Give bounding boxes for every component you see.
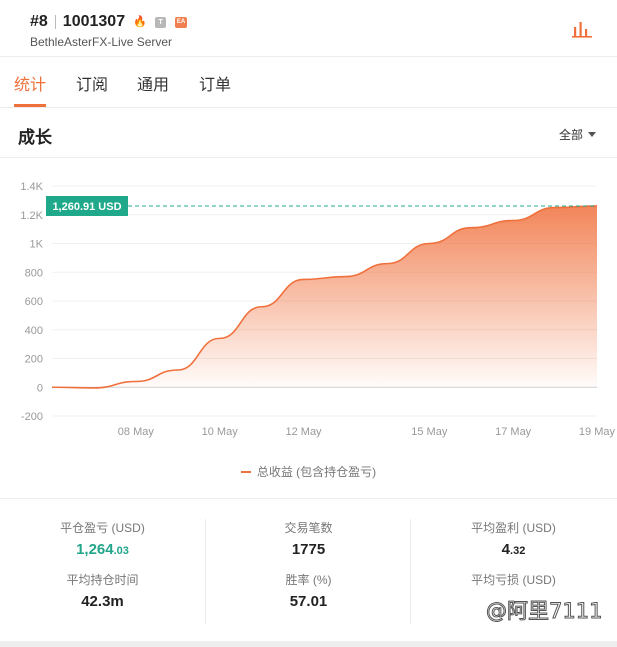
stat-value: 4.32 — [501, 541, 526, 558]
y-tick-label: 1K — [30, 239, 44, 251]
stat-closed-pl: 平仓盈亏 (USD) 1,264.03 — [0, 519, 205, 558]
series-area — [52, 205, 597, 388]
y-tick-label: 800 — [25, 267, 43, 279]
stat-avg-hold-time: 平均持仓时间 42.3m — [0, 571, 205, 610]
account-title-line: #8 1001307 🔥 T EA — [30, 13, 188, 31]
tab-subscribe[interactable]: 订阅 — [76, 71, 108, 95]
growth-section-header: 成长 全部 — [0, 108, 617, 158]
range-dropdown-value: 全部 — [559, 128, 584, 142]
current-value-label: 1,260.91 USD — [52, 201, 121, 213]
y-tick-label: 1.4K — [20, 181, 43, 193]
account-rank: #8 — [30, 13, 48, 30]
growth-chart-svg: 1.4K 1.2K 1K 800 600 400 200 0 -200 08 May 10 May 1… — [20, 181, 616, 438]
tab-general[interactable]: 通用 — [137, 71, 169, 95]
account-header: #8 1001307 🔥 T EA BethleAsterFX-Live Ser… — [0, 0, 617, 57]
stat-value: 42.3m — [81, 593, 124, 610]
account-id: 1001307 — [62, 13, 126, 30]
growth-chart: 1.4K 1.2K 1K 800 600 400 200 0 -200 08 May 10 May 1… — [0, 170, 617, 460]
stat-label: 平仓盈亏 (USD) — [60, 521, 145, 535]
legend-swatch — [240, 470, 251, 473]
stat-value: 1,264.03 — [76, 541, 129, 558]
watermark-text: @阿里7111 — [485, 599, 603, 624]
stat-label: 平均盈利 (USD) — [471, 521, 556, 535]
tab-statistics[interactable]: 统计 — [14, 71, 46, 95]
stat-value: 1775 — [291, 541, 326, 558]
y-tick-label: -200 — [21, 411, 43, 423]
x-tick-label: 10 May — [202, 426, 239, 438]
x-tick-label: 19 May — [579, 426, 616, 438]
stat-label: 胜率 (%) — [285, 573, 332, 587]
stat-value: 57.01 — [289, 593, 328, 610]
tab-bar: 统计 订阅 通用 订单 — [0, 57, 617, 108]
range-dropdown[interactable]: 全部 — [559, 126, 597, 143]
stat-label: 平均亏损 (USD) — [471, 573, 556, 587]
title-divider — [54, 15, 56, 29]
tab-orders[interactable]: 订单 — [199, 71, 231, 95]
caret-down-icon — [588, 132, 597, 137]
x-tick-label: 17 May — [495, 426, 532, 438]
stat-avg-profit: 平均盈利 (USD) 4.32 — [411, 519, 616, 558]
stat-label: 平均持仓时间 — [66, 573, 139, 587]
x-tick-label: 12 May — [285, 426, 322, 438]
bar-chart-icon[interactable] — [571, 20, 593, 38]
bottom-divider — [0, 641, 617, 647]
t-badge-icon: T — [155, 16, 167, 28]
y-tick-label: 400 — [25, 325, 43, 337]
stat-avg-loss: 平均亏损 (USD) — [411, 571, 616, 593]
y-tick-label: 1.2K — [20, 210, 43, 222]
stat-trades: 交易笔数 1775 — [206, 519, 411, 558]
ea-badge-icon: EA — [175, 16, 188, 28]
legend-label: 总收益 (包含持仓盈亏) — [256, 465, 377, 479]
stats-column-2: 交易笔数 1775 胜率 (%) 57.01 — [205, 519, 410, 624]
section-title: 成长 — [18, 128, 52, 147]
x-tick-label: 15 May — [411, 426, 448, 438]
hot-badge-icon: 🔥 — [133, 15, 147, 28]
server-name: BethleAsterFX-Live Server — [30, 35, 173, 49]
y-tick-label: 200 — [25, 354, 43, 366]
chart-legend: 总收益 (包含持仓盈亏) — [0, 463, 617, 480]
stat-label: 交易笔数 — [284, 521, 333, 535]
y-tick-label: 600 — [25, 296, 43, 308]
y-tick-label: 0 — [37, 382, 43, 394]
x-tick-label: 08 May — [118, 426, 155, 438]
active-tab-indicator — [14, 104, 46, 107]
stats-column-1: 平仓盈亏 (USD) 1,264.03 平均持仓时间 42.3m — [0, 519, 205, 624]
stat-win-rate: 胜率 (%) 57.01 — [206, 571, 411, 610]
